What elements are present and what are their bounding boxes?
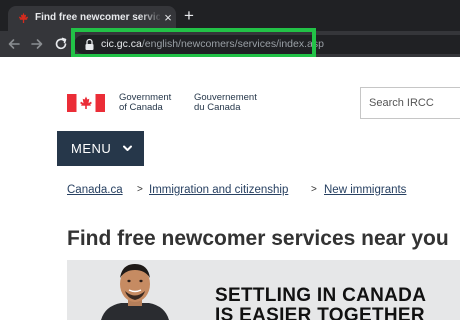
menu-button[interactable]: MENU bbox=[57, 131, 144, 166]
promo-banner[interactable]: SETTLING IN CANADA IS EASIER TOGETHER bbox=[67, 260, 460, 320]
reload-icon[interactable] bbox=[52, 35, 70, 53]
breadcrumb-canada[interactable]: Canada.ca bbox=[67, 184, 123, 196]
forward-arrow-icon[interactable] bbox=[28, 35, 46, 53]
breadcrumb-separator: > bbox=[311, 184, 317, 195]
chevron-down-icon bbox=[123, 145, 132, 151]
breadcrumb-new-immigrants[interactable]: New immigrants bbox=[324, 184, 406, 196]
search-input[interactable]: Search IRCC bbox=[360, 87, 460, 119]
wordmark-french[interactable]: Gouvernement du Canada bbox=[194, 93, 257, 113]
menu-label: MENU bbox=[71, 141, 112, 156]
web-page: Government of Canada Gouvernement du Can… bbox=[0, 57, 460, 320]
search-placeholder: Search IRCC bbox=[369, 97, 434, 109]
breadcrumb-separator: > bbox=[137, 184, 143, 195]
breadcrumb-immigration[interactable]: Immigration and citizenship bbox=[149, 184, 288, 196]
maple-leaf-favicon-icon bbox=[18, 12, 29, 24]
back-arrow-icon[interactable] bbox=[5, 35, 23, 53]
browser-tab-strip: Find free newcomer services nea × + bbox=[0, 0, 460, 31]
page-title: Find free newcomer services near you bbox=[67, 227, 449, 250]
wordmark-english[interactable]: Government of Canada bbox=[119, 93, 171, 113]
wordmark-en-line-2: of Canada bbox=[119, 102, 163, 113]
tab-close-icon[interactable]: × bbox=[162, 11, 174, 25]
person-photo bbox=[101, 264, 169, 320]
url-highlight-box bbox=[71, 28, 316, 58]
wordmark-fr-line-2: du Canada bbox=[194, 102, 241, 113]
banner-headline-line-1: SETTLING IN CANADA bbox=[215, 285, 427, 306]
banner-headline-line-2: IS EASIER TOGETHER bbox=[215, 305, 425, 320]
tab-title-fade bbox=[140, 9, 162, 27]
canada-flag-icon bbox=[67, 94, 105, 112]
new-tab-button[interactable]: + bbox=[181, 7, 197, 24]
